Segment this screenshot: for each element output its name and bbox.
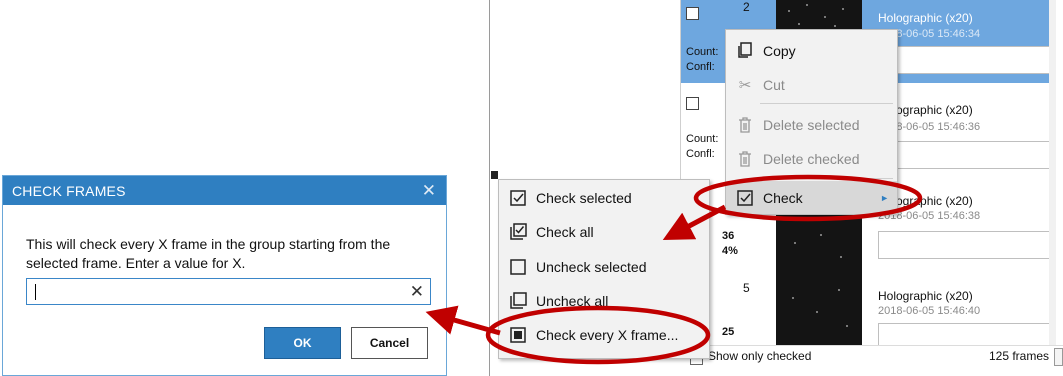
count-label: Count:	[686, 133, 719, 145]
menu-item-check-selected[interactable]: Check selected	[499, 181, 709, 214]
menu-item-label: Check every X frame...	[536, 326, 679, 343]
menu-item-check-all[interactable]: Check all	[499, 215, 709, 248]
menu-separator	[760, 103, 893, 104]
list-scrollbar[interactable]	[1049, 0, 1056, 345]
clear-icon[interactable]: ✕	[410, 282, 424, 302]
menu-item-check[interactable]: Check ►	[726, 181, 897, 214]
menu-item-label: Copy	[763, 42, 796, 59]
frame-note-field[interactable]	[878, 141, 1051, 169]
checkbox-checked-icon	[509, 189, 527, 207]
frame-stats: Count: Confl:	[686, 45, 718, 75]
frames-count: 125 frames	[988, 349, 1049, 363]
check-frames-dialog: CHECK FRAMES ✕ This will check every X f…	[2, 175, 447, 376]
show-only-checked-label[interactable]: Show only checked	[708, 349, 811, 363]
row-checkbox[interactable]	[686, 7, 699, 20]
toolbar-fragment	[491, 171, 498, 179]
frame-interval-input[interactable]: ✕	[26, 278, 431, 305]
text-caret	[35, 284, 36, 300]
frame-type: Holographic (x20)	[878, 289, 973, 303]
menu-item-label: Delete checked	[763, 150, 860, 167]
menu-item-copy[interactable]: Copy	[726, 34, 897, 67]
list-footer: Show only checked 125 frames	[680, 345, 1063, 376]
frame-stats: 36 4%	[722, 229, 738, 259]
trash-icon	[736, 150, 754, 168]
menu-item-label: Uncheck all	[536, 292, 609, 309]
menu-item-label: Check	[763, 189, 803, 206]
frame-note-field[interactable]	[878, 46, 1051, 74]
dialog-titlebar: CHECK FRAMES ✕	[3, 176, 446, 205]
resize-grip[interactable]	[1054, 348, 1063, 366]
frame-stats: 25	[722, 325, 734, 340]
scissors-icon: ✂	[738, 76, 752, 94]
frame-thumbnail[interactable]	[776, 275, 862, 345]
ok-button[interactable]: OK	[264, 327, 341, 359]
dialog-title: CHECK FRAMES	[12, 182, 126, 199]
row-checkbox[interactable]	[686, 97, 699, 110]
confl-label: Confl:	[686, 61, 715, 73]
count-value: 36	[722, 230, 735, 242]
menu-item-label: Check selected	[536, 189, 632, 206]
menu-item-delete-selected: Delete selected	[726, 108, 897, 141]
menu-item-label: Uncheck selected	[536, 258, 647, 275]
checkbox-empty-icon	[509, 258, 527, 276]
checkbox-checked-icon	[736, 189, 754, 207]
close-icon[interactable]: ✕	[422, 182, 436, 199]
cancel-button[interactable]: Cancel	[351, 327, 428, 359]
frame-thumbnail[interactable]	[776, 212, 862, 278]
menu-item-cut: ✂ Cut	[726, 68, 897, 101]
frame-type: Holographic (x20)	[878, 11, 973, 25]
copy-icon	[736, 42, 754, 60]
frame-note-field[interactable]	[878, 231, 1051, 259]
menu-item-uncheck-all[interactable]: Uncheck all	[499, 284, 709, 317]
menu-item-delete-checked: Delete checked	[726, 142, 897, 175]
menu-separator	[760, 178, 893, 179]
context-menu: Copy ✂ Cut Delete selected Delete checke…	[725, 29, 898, 215]
checkbox-filled-icon	[509, 326, 527, 344]
frame-row[interactable]: 5 Holographic (x20) 2018-06-05 15:46:40 …	[681, 275, 1056, 345]
frame-date: 2018-06-05 15:46:40	[878, 305, 981, 317]
count-label: Count:	[686, 46, 719, 58]
frame-note-field[interactable]	[878, 323, 1051, 345]
confl-value: 4%	[722, 245, 738, 257]
checkbox-stack-empty-icon	[509, 292, 527, 310]
frame-number: 2	[743, 0, 750, 14]
dialog-message: This will check every X frame in the gro…	[26, 236, 391, 271]
count-value: 25	[722, 326, 735, 338]
frame-number: 5	[743, 281, 750, 295]
checkbox-stack-checked-icon	[509, 223, 527, 241]
menu-item-label: Cut	[763, 76, 785, 93]
menu-item-label: Check all	[536, 223, 594, 240]
submenu-arrow-icon: ►	[880, 192, 889, 203]
menu-item-uncheck-selected[interactable]: Uncheck selected	[499, 250, 709, 283]
menu-item-check-every-x-frame[interactable]: Check every X frame...	[499, 318, 709, 351]
frame-stats: Count: Confl:	[686, 132, 718, 162]
trash-icon	[736, 116, 754, 134]
check-submenu: Check selected Check all Uncheck selecte…	[498, 179, 710, 359]
menu-item-label: Delete selected	[763, 116, 860, 133]
confl-label: Confl:	[686, 148, 715, 160]
